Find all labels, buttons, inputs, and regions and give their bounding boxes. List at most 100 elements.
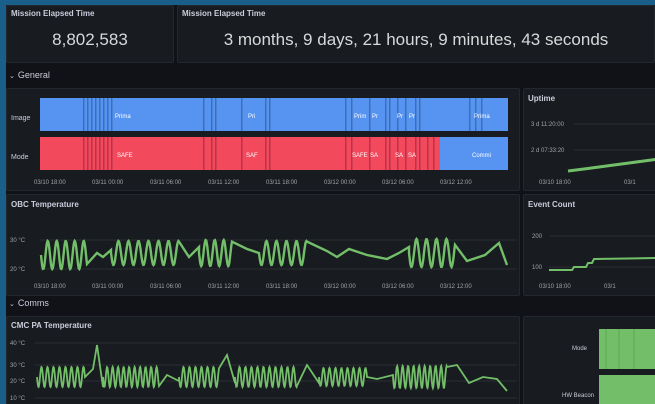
image-state-stripe [103,98,105,131]
image-state-stripe [241,98,243,131]
state-row-label-hw-beacon: HW Beacon [562,393,594,399]
mode-state-stripe [215,137,217,170]
comms-state-chart: Mode HW Beacon [562,329,655,404]
image-state-stripe [265,98,267,131]
panel-title: Event Count [528,200,576,209]
state-label: SA [370,153,378,159]
chevron-down-icon: ⌄ [9,73,15,80]
image-state-stripe [469,98,471,131]
y-tick: 3 d 11:20:00 [531,122,565,128]
image-state-bar [40,98,508,131]
state-label: Prima [115,114,131,120]
mode-state-stripe [211,137,213,170]
mode-state-stripe [87,137,89,170]
y-tick: 200 [532,234,543,240]
row-title: Comms [17,298,49,308]
obc-temperature-line [39,236,509,272]
mode-state-stripe [427,137,429,170]
image-state-stripe [385,98,387,131]
mode-state-stripe [83,137,85,170]
mode-state-stripe [419,137,421,170]
x-axis-ticks: 03/10 18:00 03/11 00:00 03/11 06:00 03/1… [34,284,472,290]
x-tick: 03/12 00:00 [324,284,356,290]
stat-panel-met-human[interactable]: Mission Elapsed Time 3 months, 9 days, 2… [177,5,655,63]
image-state-stripe [345,98,347,131]
image-state-stripe [389,98,391,131]
panel-title: Uptime [528,94,556,103]
y-tick: 40 °C [10,341,26,347]
x-tick: 03/10 18:00 [34,180,66,186]
state-timeline-chart: Image Mode Prima Pri Prim Pr Pr Pr Prima… [11,98,508,186]
timeline-row-label-image: Image [11,115,31,122]
image-state-stripe [415,98,417,131]
stat-value: 3 months, 9 days, 21 hours, 9 minutes, 4… [223,30,609,49]
row-header-general[interactable]: ⌄ General [9,70,50,80]
image-state-stripe [215,98,217,131]
x-tick: 03/11 12:00 [208,284,240,290]
state-label: SA [408,153,416,159]
mode-state-stripe [241,137,243,170]
cmc-pa-temperature-panel[interactable]: CMC PA Temperature 40 °C 30 °C 20 °C 10 … [6,316,520,404]
state-label: Prim [354,114,366,120]
uptime-line [567,158,655,173]
obc-temperature-panel[interactable]: OBC Temperature 30 °C 20 °C 03/10 18:00 … [6,194,520,296]
mode-state-stripe [265,137,267,170]
x-tick: 03/11 06:00 [150,180,182,186]
image-state-stripe [405,98,407,131]
x-axis-ticks: 03/10 18:00 03/11 00:00 03/11 06:00 03/1… [34,180,472,186]
x-tick: 03/11 00:00 [92,284,124,290]
event-count-chart: 200 100 03/10 18:00 03/1 [532,234,655,290]
x-tick: 03/11 06:00 [150,284,182,290]
x-tick: 03/1 [624,180,636,186]
y-tick: 30 °C [10,363,26,369]
row-title: General [17,70,50,80]
mode-state-stripe [91,137,93,170]
mode-state-stripe [111,137,113,170]
x-tick: 03/10 18:00 [539,284,571,290]
x-tick: 03/10 18:00 [34,284,66,290]
y-tick: 100 [532,265,543,271]
cmc-pa-temperature-chart: 40 °C 30 °C 20 °C 10 °C [10,341,517,402]
obc-temperature-chart: 30 °C 20 °C 03/10 18:00 03/11 00:00 03/1… [10,236,517,290]
event-count-panel[interactable]: Event Count 200 100 03/10 18:00 03/1 [523,194,655,296]
stat-panel-met-seconds[interactable]: Mission Elapsed Time 8,802,583 [6,5,174,63]
x-tick: 03/11 18:00 [266,180,298,186]
comms-state-panel[interactable]: Mode HW Beacon [523,316,655,404]
uptime-panel[interactable]: Uptime 3 d 11:20:00 2 d 07:33:20 03/10 1… [523,88,655,191]
image-state-stripe [419,98,421,131]
state-label: Commi [472,153,491,159]
x-tick: 03/12 12:00 [440,284,472,290]
state-row-label-mode: Mode [572,346,588,352]
mode-state-stripe [385,137,387,170]
image-state-stripe [351,98,353,131]
x-tick: 03/11 00:00 [92,180,124,186]
stat-value: 8,802,583 [52,30,128,49]
state-label: Pr [409,114,415,120]
image-state-stripe [211,98,213,131]
y-tick: 10 °C [10,396,26,402]
image-state-stripe [95,98,97,131]
y-tick: 20 °C [10,267,26,273]
panel-title: OBC Temperature [11,200,79,209]
mode-state-stripe [95,137,97,170]
x-tick: 03/12 00:00 [324,180,356,186]
timeline-row-label-mode: Mode [11,154,29,161]
state-timeline-panel[interactable]: Image Mode Prima Pri Prim Pr Pr Pr Prima… [6,88,520,191]
chevron-down-icon: ⌄ [9,301,15,308]
mode-state-stripe [203,137,205,170]
state-label: Pr [372,114,378,120]
panel-title: Mission Elapsed Time [11,9,95,18]
state-label: Pri [248,114,255,120]
state-label: Prima [474,114,490,120]
state-label: SAFE [352,153,368,159]
image-state-stripe [87,98,89,131]
x-tick: 03/11 18:00 [266,284,298,290]
image-state-stripe [269,98,271,131]
mode-state-stripe [389,137,391,170]
y-tick: 20 °C [10,379,26,385]
image-state-stripe [107,98,109,131]
x-tick: 03/1 [604,284,616,290]
state-label: Pr [397,114,403,120]
row-header-comms[interactable]: ⌄ Comms [9,298,49,308]
x-tick: 03/12 06:00 [382,180,414,186]
